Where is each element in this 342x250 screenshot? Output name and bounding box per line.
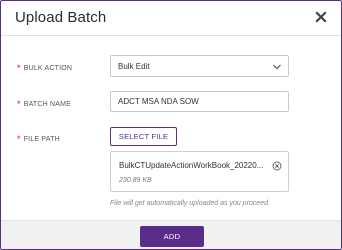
file-size: 230.89 KB (119, 177, 152, 184)
bulk-action-label: * BULK ACTION (17, 63, 73, 73)
bulk-action-value: Bulk Edit (118, 62, 150, 71)
close-button[interactable] (311, 7, 331, 27)
bulk-action-select[interactable]: Bulk Edit (110, 55, 289, 77)
select-file-button[interactable]: SELECT FILE (110, 127, 177, 146)
dialog-footer: ADD (1, 220, 341, 249)
add-button[interactable]: ADD (140, 226, 204, 247)
dialog-header: Upload Batch (1, 1, 341, 36)
required-marker: * (17, 63, 21, 73)
dialog-title: Upload Batch (15, 9, 107, 26)
required-marker: * (17, 99, 21, 109)
upload-batch-dialog: Upload Batch * BULK ACTION Bulk Edit * BAT… (0, 0, 342, 250)
batch-name-label: * BATCH NAME (17, 99, 72, 109)
remove-circle-icon (272, 161, 282, 171)
upload-hint: File will get automatically uploaded as … (110, 200, 270, 207)
uploaded-file-card: BulkCTUpdateActionWorkBook_20220... 230.… (110, 151, 289, 192)
close-icon (315, 11, 327, 23)
batch-name-input[interactable] (110, 91, 289, 112)
chevron-down-icon (273, 64, 281, 70)
file-path-label: * FILE PATH (17, 134, 60, 144)
required-marker: * (17, 134, 21, 144)
remove-file-button[interactable] (272, 158, 282, 171)
file-name: BulkCTUpdateActionWorkBook_20220... (119, 161, 264, 170)
